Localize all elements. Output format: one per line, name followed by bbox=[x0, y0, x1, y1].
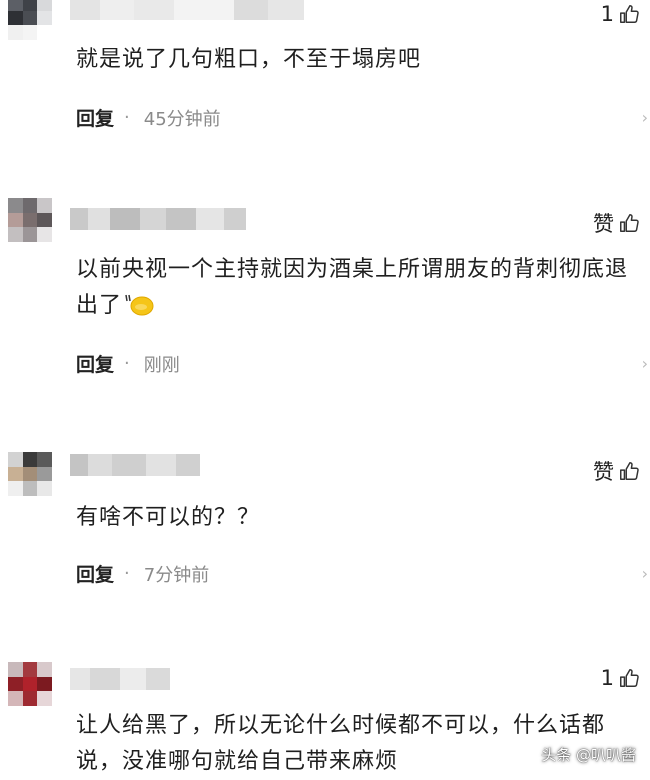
username-blurred[interactable] bbox=[70, 208, 246, 230]
comment-text: 就是说了几句粗口，不至于塌房吧 bbox=[76, 47, 422, 72]
like-count: 1 bbox=[600, 2, 614, 26]
thumbs-up-icon[interactable] bbox=[618, 3, 640, 25]
watermark: 头条 @叭叭酱 bbox=[541, 746, 636, 764]
separator: · bbox=[124, 563, 130, 584]
chevron-right-icon[interactable]: › bbox=[642, 108, 648, 127]
like-area[interactable]: 赞 bbox=[593, 208, 640, 238]
timestamp: 刚刚 bbox=[143, 354, 180, 376]
reply-button[interactable]: 回复 bbox=[76, 560, 114, 587]
like-area[interactable]: 赞 bbox=[593, 456, 640, 486]
thumbs-up-icon[interactable] bbox=[618, 212, 640, 234]
timestamp: 45分钟前 bbox=[143, 108, 221, 130]
comment-text: 以前央视一个主持就因为酒桌上所谓朋友的背刺彻底退出了 bbox=[76, 252, 640, 324]
avatar[interactable] bbox=[8, 452, 52, 496]
username-blurred[interactable] bbox=[70, 668, 170, 690]
grimace-emoji-icon bbox=[125, 294, 154, 316]
like-count: 1 bbox=[600, 666, 614, 690]
separator: · bbox=[124, 353, 130, 374]
avatar[interactable] bbox=[8, 198, 52, 242]
comment-text: 有啥不可以的？？ bbox=[76, 505, 261, 530]
comment-text-content: 以前央视一个主持就因为酒桌上所谓朋友的背刺彻底退出了 bbox=[76, 257, 629, 318]
like-label: 赞 bbox=[593, 212, 614, 236]
avatar[interactable] bbox=[8, 0, 52, 40]
comment-meta: 回复 · 7分钟前 bbox=[76, 560, 209, 587]
chevron-right-icon[interactable]: › bbox=[642, 354, 648, 373]
thumbs-up-icon[interactable] bbox=[618, 460, 640, 482]
username-blurred[interactable] bbox=[70, 454, 200, 476]
like-area[interactable]: 1 bbox=[601, 666, 640, 690]
comment-meta: 回复 · 45分钟前 bbox=[76, 104, 221, 131]
timestamp: 7分钟前 bbox=[143, 564, 210, 586]
username-blurred[interactable] bbox=[70, 0, 304, 20]
reply-button[interactable]: 回复 bbox=[76, 350, 114, 377]
avatar[interactable] bbox=[8, 662, 52, 706]
like-label: 赞 bbox=[593, 460, 614, 484]
like-area[interactable]: 1 bbox=[601, 2, 640, 26]
reply-button[interactable]: 回复 bbox=[76, 104, 114, 131]
comment-meta: 回复 · 刚刚 bbox=[76, 350, 180, 377]
chevron-right-icon[interactable]: › bbox=[642, 564, 648, 583]
separator: · bbox=[124, 107, 130, 128]
thumbs-up-icon[interactable] bbox=[618, 667, 640, 689]
